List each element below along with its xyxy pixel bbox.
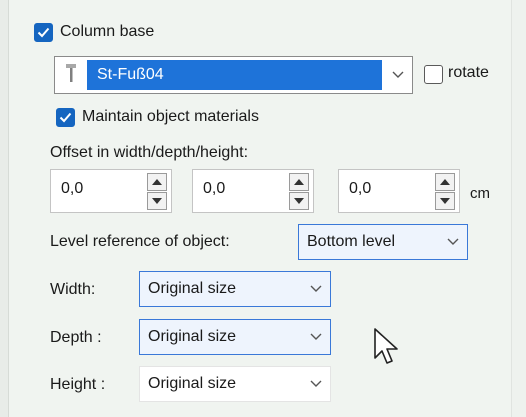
level-reference-select[interactable]: Bottom level (298, 224, 468, 260)
mouse-pointer-icon (374, 328, 398, 364)
chevron-down-icon[interactable] (302, 285, 330, 293)
spin-up-icon[interactable] (289, 173, 309, 191)
height-label: Height : (50, 376, 106, 393)
column-base-selected-value: St-Fuß04 (87, 60, 382, 90)
column-base-icon (55, 57, 87, 93)
right-panel-edge (511, 0, 526, 417)
offset-width-spinner[interactable]: 0,0 (50, 169, 172, 213)
level-reference-value: Bottom level (307, 233, 396, 250)
checkmark-icon (59, 112, 72, 123)
offset-height-value[interactable]: 0,0 (349, 180, 371, 198)
width-value: Original size (148, 280, 237, 297)
level-reference-label: Level reference of object: (50, 233, 230, 250)
depth-select[interactable]: Original size (139, 319, 331, 355)
width-label: Width: (50, 281, 96, 298)
maintain-materials-label[interactable]: Maintain object materials (82, 107, 259, 127)
offset-depth-spinner[interactable]: 0,0 (192, 169, 314, 213)
offset-unit-label: cm (470, 185, 490, 202)
height-value: Original size (148, 375, 237, 392)
maintain-materials-checkbox[interactable] (56, 108, 75, 127)
column-base-label[interactable]: Column base (60, 22, 154, 42)
left-panel-edge (0, 0, 9, 417)
rotate-label[interactable]: rotate (448, 63, 489, 83)
depth-value: Original size (148, 328, 237, 345)
offset-height-spinner[interactable]: 0,0 (338, 169, 460, 213)
rotate-checkbox[interactable] (424, 65, 443, 84)
height-select[interactable]: Original size (139, 366, 331, 402)
width-select[interactable]: Original size (139, 271, 331, 307)
chevron-down-icon[interactable] (439, 238, 467, 246)
offset-depth-value[interactable]: 0,0 (203, 180, 225, 198)
spin-down-icon[interactable] (435, 192, 455, 210)
offset-width-value[interactable]: 0,0 (61, 180, 83, 198)
spin-up-icon[interactable] (147, 173, 167, 191)
chevron-down-icon[interactable] (384, 71, 412, 79)
spin-down-icon[interactable] (289, 192, 309, 210)
depth-label: Depth : (50, 329, 102, 346)
checkmark-icon (37, 27, 50, 38)
offset-label: Offset in width/depth/height: (50, 144, 249, 161)
column-base-select[interactable]: St-Fuß04 (54, 56, 413, 94)
spin-up-icon[interactable] (435, 173, 455, 191)
spin-down-icon[interactable] (147, 192, 167, 210)
column-base-checkbox[interactable] (34, 23, 53, 42)
chevron-down-icon[interactable] (302, 333, 330, 341)
chevron-down-icon[interactable] (302, 380, 330, 388)
